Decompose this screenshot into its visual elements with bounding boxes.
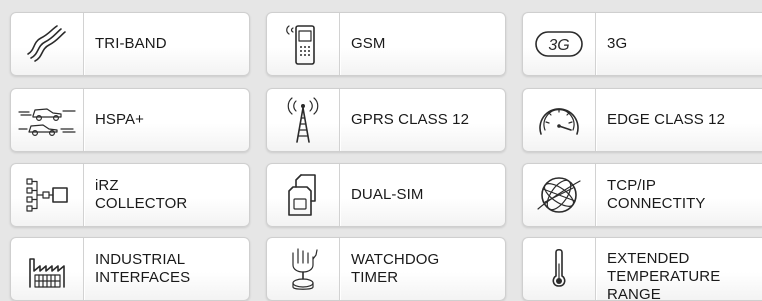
feature-card-irz-collector: iRZ COLLECTOR (10, 163, 250, 227)
feature-card-tri-band: TRI-BAND (10, 12, 250, 76)
feature-card-dual-sim: DUAL-SIM (266, 163, 506, 227)
speeding-cars-icon (11, 89, 84, 151)
antenna-tower-icon (267, 89, 340, 151)
feature-label: EDGE CLASS 12 (607, 111, 726, 128)
feature-card-gprs: GPRS CLASS 12 (266, 88, 506, 152)
feature-label: TCP/IP CONNECTITY (607, 177, 706, 212)
mobile-phone-icon (267, 13, 340, 75)
feature-card-gsm: GSM (266, 12, 506, 76)
feature-card-industrial: INDUSTRIAL INTERFACES (10, 237, 250, 301)
network-tree-icon (11, 164, 84, 226)
globe-icon (523, 164, 596, 226)
3g-badge-icon: 3G (523, 13, 596, 75)
feature-label: GPRS CLASS 12 (351, 111, 470, 128)
feature-label: iRZ COLLECTOR (95, 177, 188, 212)
feature-card-tcp-ip: TCP/IP CONNECTITY (522, 163, 762, 227)
dual-sim-cards-icon (267, 164, 340, 226)
feature-grid: TRI-BAND GSM 3G 3G HSPA+ GPRS CLASS 12 E… (0, 0, 762, 301)
feature-card-3g: 3G 3G (522, 12, 762, 76)
feature-label: DUAL-SIM (351, 186, 424, 203)
feature-card-hspa: HSPA+ (10, 88, 250, 152)
feature-card-extended-temperature: EXTENDED TEMPERATURE RANGE (522, 237, 762, 301)
feature-label: 3G (607, 35, 628, 52)
3g-badge-text: 3G (548, 37, 569, 54)
feature-label: EXTENDED TEMPERATURE RANGE (607, 250, 721, 301)
feature-label: TRI-BAND (95, 35, 167, 52)
feature-label: GSM (351, 35, 386, 52)
feature-card-edge: EDGE CLASS 12 (522, 88, 762, 152)
feature-label: HSPA+ (95, 111, 144, 128)
speedometer-icon (523, 89, 596, 151)
tri-band-waves-icon (11, 13, 84, 75)
feature-card-watchdog: WATCHDOG TIMER (266, 237, 506, 301)
